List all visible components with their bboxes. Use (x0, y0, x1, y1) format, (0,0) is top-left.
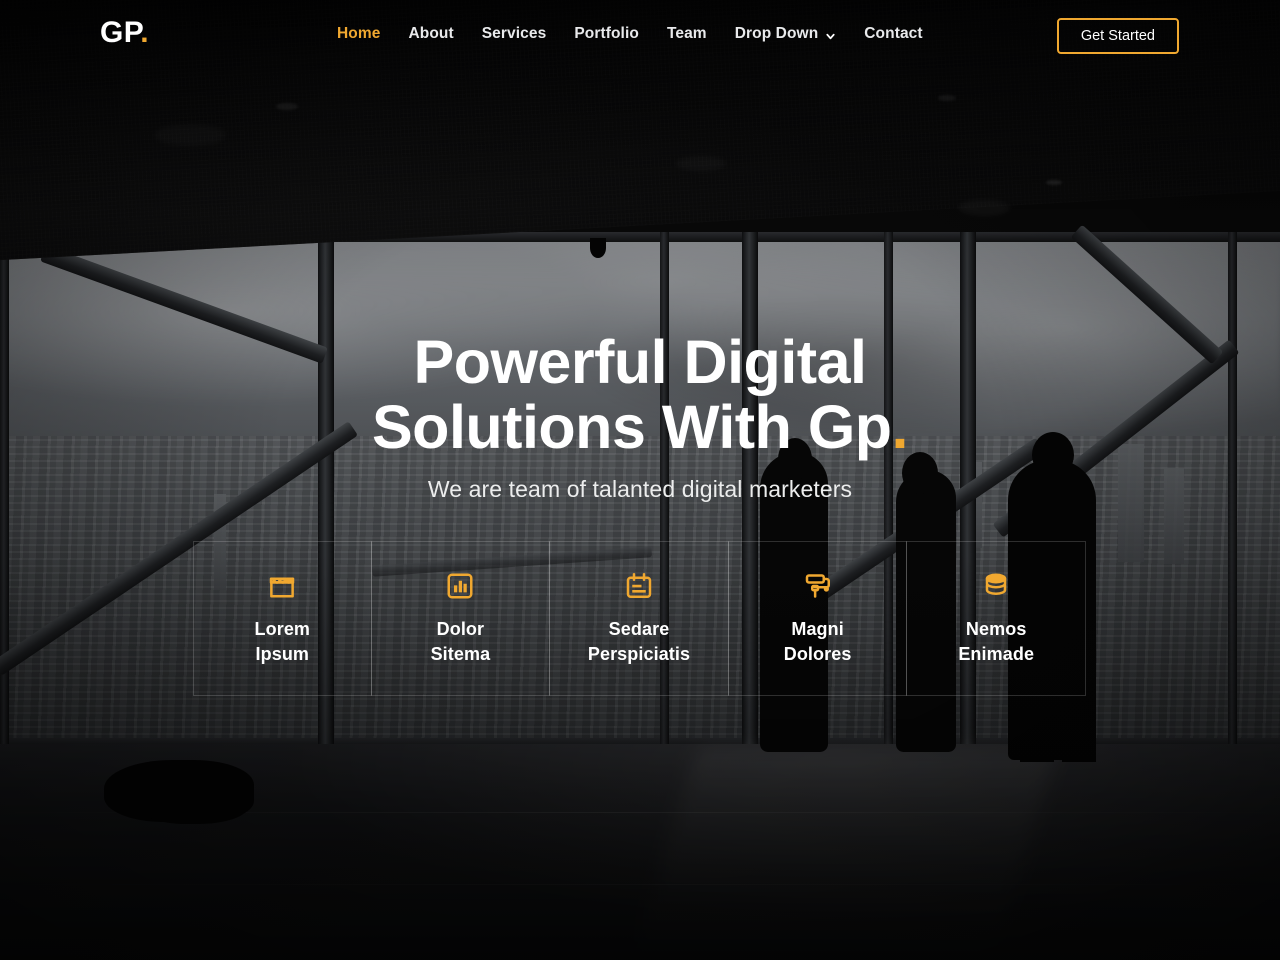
feature-box-title: Nemos Enimade (958, 617, 1034, 667)
hero-title-line-1: Powerful Digital (413, 328, 867, 396)
nav-label: Contact (864, 25, 923, 42)
feature-box-lorem-ipsum[interactable]: Lorem Ipsum (193, 541, 372, 696)
feature-box-nemos-enimade[interactable]: Nemos Enimade (906, 541, 1086, 696)
feature-title-line-1: Magni (791, 618, 844, 639)
feature-box-title: Magni Dolores (784, 617, 852, 667)
feature-box-magni-dolores[interactable]: Magni Dolores (727, 541, 908, 696)
feature-title-line-2: Enimade (958, 643, 1035, 664)
nav-item-contact[interactable]: Contact (864, 25, 922, 43)
site-logo[interactable]: GP. (100, 18, 149, 48)
store-icon (267, 569, 297, 603)
nav-item-home[interactable]: Home (337, 25, 380, 43)
feature-title-line-2: Perspiciatis (587, 643, 691, 664)
get-started-button[interactable]: Get Started (1056, 18, 1179, 54)
logo-dot: . (140, 16, 150, 49)
feature-title-line-1: Dolor (436, 618, 485, 639)
hero-title-dot: . (891, 392, 909, 461)
feature-title-line-2: Ipsum (255, 643, 310, 664)
chevron-down-icon (825, 29, 836, 40)
bar-chart-icon (445, 569, 475, 603)
feature-title-line-2: Dolores (783, 643, 852, 664)
feature-box-title: Dolor Sitema (431, 617, 491, 667)
hero-title: Powerful Digital Solutions With Gp. (0, 330, 1280, 459)
feature-title-line-1: Sedare (608, 618, 670, 639)
feature-title-line-1: Nemos (965, 618, 1027, 639)
nav-label: Drop Down (734, 25, 819, 42)
hero-subtitle: We are team of talanted digital marketer… (427, 476, 853, 503)
hero-section: Powerful Digital Solutions With Gp. We a… (0, 0, 1280, 503)
nav-label: Home (337, 25, 381, 42)
nav-label: Portfolio (574, 25, 639, 42)
feature-box-dolor-sitema[interactable]: Dolor Sitema (370, 541, 551, 696)
nav-item-services[interactable]: Services (482, 25, 547, 43)
feature-box-grid: Lorem Ipsum Dolor Sitema Sedare Perspici… (193, 541, 1086, 696)
hero-title-line-2: Solutions With Gp (372, 392, 892, 461)
nav-item-drop-down[interactable]: Drop Down (735, 25, 837, 43)
calendar-icon (624, 569, 654, 603)
site-header: GP. Home About Services Portfolio Team D… (0, 0, 1280, 72)
feature-box-title: Lorem Ipsum (255, 617, 311, 667)
page-stage: GP. Home About Services Portfolio Team D… (0, 0, 1280, 960)
database-icon (981, 569, 1011, 603)
feature-box-title: Sedare Perspiciatis (588, 617, 690, 667)
main-navigation: Home About Services Portfolio Team Drop … (337, 25, 923, 43)
paint-roller-icon (803, 569, 833, 603)
nav-label: Services (481, 25, 547, 42)
feature-box-sedare-perspiciatis[interactable]: Sedare Perspiciatis (549, 541, 729, 696)
nav-item-team[interactable]: Team (667, 25, 707, 43)
nav-label: About (408, 25, 454, 42)
feature-title-line-2: Sitema (430, 643, 491, 664)
nav-item-about[interactable]: About (408, 25, 453, 43)
logo-text: GP (100, 16, 141, 49)
feature-title-line-1: Lorem (254, 618, 311, 639)
nav-label: Team (666, 25, 707, 42)
nav-item-portfolio[interactable]: Portfolio (574, 25, 639, 43)
